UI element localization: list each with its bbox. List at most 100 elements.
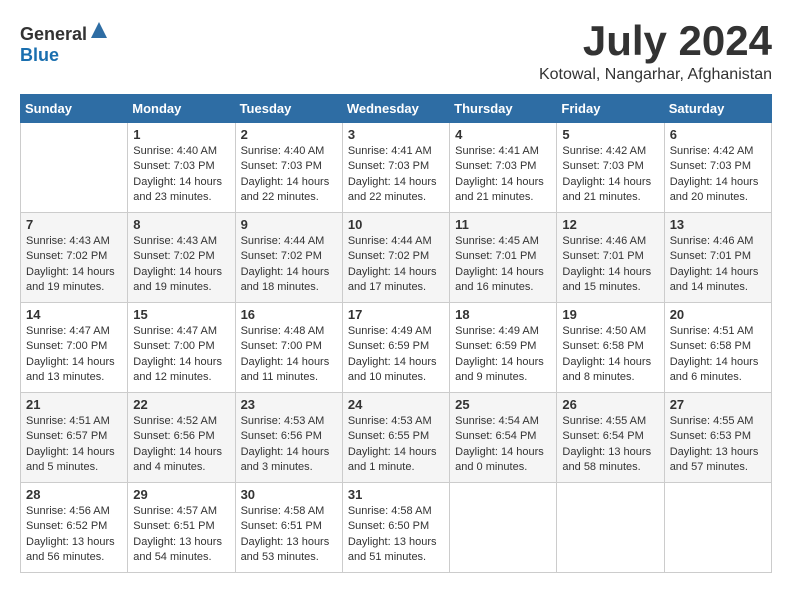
title-area: July 2024 Kotowal, Nangarhar, Afghanista… [539,20,772,84]
day-number: 17 [348,307,444,322]
day-info: Sunrise: 4:58 AM Sunset: 6:50 PM Dayligh… [348,504,444,566]
calendar-cell: 30 Sunrise: 4:58 AM Sunset: 6:51 PM Dayli… [235,483,342,573]
day-number: 11 [455,217,551,232]
day-number: 7 [26,217,122,232]
calendar-cell: 26 Sunrise: 4:55 AM Sunset: 6:54 PM Dayli… [557,393,664,483]
day-info: Sunrise: 4:49 AM Sunset: 6:59 PM Dayligh… [348,324,444,386]
day-number: 25 [455,397,551,412]
calendar-cell: 16 Sunrise: 4:48 AM Sunset: 7:00 PM Dayli… [235,303,342,393]
calendar-cell: 12Sunrise: 4:46 AM Sunset: 7:01 PM Dayli… [557,213,664,303]
day-number: 27 [670,397,766,412]
calendar-cell: 17 Sunrise: 4:49 AM Sunset: 6:59 PM Dayli… [342,303,449,393]
calendar-cell [557,483,664,573]
calendar-cell: 11 Sunrise: 4:45 AM Sunset: 7:01 PM Dayli… [450,213,557,303]
calendar-cell: 23Sunrise: 4:53 AM Sunset: 6:56 PM Dayli… [235,393,342,483]
day-info: Sunrise: 4:42 AM Sunset: 7:03 PM Dayligh… [670,144,766,206]
calendar-cell: 18Sunrise: 4:49 AM Sunset: 6:59 PM Dayli… [450,303,557,393]
calendar-cell [21,123,128,213]
day-info: Sunrise: 4:41 AM Sunset: 7:03 PM Dayligh… [455,144,551,206]
calendar-cell [664,483,771,573]
day-info: Sunrise: 4:58 AM Sunset: 6:51 PM Dayligh… [241,504,337,566]
calendar-cell: 7 Sunrise: 4:43 AM Sunset: 7:02 PM Daylig… [21,213,128,303]
day-info: Sunrise: 4:55 AM Sunset: 6:53 PM Dayligh… [670,414,766,476]
day-info: Sunrise: 4:44 AM Sunset: 7:02 PM Dayligh… [241,234,337,296]
calendar-cell: 6 Sunrise: 4:42 AM Sunset: 7:03 PM Daylig… [664,123,771,213]
day-info: Sunrise: 4:51 AM Sunset: 6:58 PM Dayligh… [670,324,766,386]
calendar-cell: 3 Sunrise: 4:41 AM Sunset: 7:03 PM Daylig… [342,123,449,213]
calendar-cell: 28Sunrise: 4:56 AM Sunset: 6:52 PM Dayli… [21,483,128,573]
calendar-cell: 1Sunrise: 4:40 AM Sunset: 7:03 PM Daylig… [128,123,235,213]
calendar-cell: 15 Sunrise: 4:47 AM Sunset: 7:00 PM Dayli… [128,303,235,393]
calendar-week-row: 21 Sunrise: 4:51 AM Sunset: 6:57 PM Dayli… [21,393,772,483]
calendar-cell: 19Sunrise: 4:50 AM Sunset: 6:58 PM Dayli… [557,303,664,393]
day-number: 21 [26,397,122,412]
day-number: 15 [133,307,229,322]
day-number: 31 [348,487,444,502]
calendar-cell: 4Sunrise: 4:41 AM Sunset: 7:03 PM Daylig… [450,123,557,213]
day-number: 19 [562,307,658,322]
day-number: 8 [133,217,229,232]
day-number: 2 [241,127,337,142]
calendar-cell: 24Sunrise: 4:53 AM Sunset: 6:55 PM Dayli… [342,393,449,483]
calendar-week-row: 14Sunrise: 4:47 AM Sunset: 7:00 PM Dayli… [21,303,772,393]
calendar-day-header: Friday [557,95,664,123]
calendar-cell: 25 Sunrise: 4:54 AM Sunset: 6:54 PM Dayli… [450,393,557,483]
day-info: Sunrise: 4:55 AM Sunset: 6:54 PM Dayligh… [562,414,658,476]
day-number: 10 [348,217,444,232]
calendar-cell [450,483,557,573]
day-info: Sunrise: 4:44 AM Sunset: 7:02 PM Dayligh… [348,234,444,296]
calendar-cell: 21 Sunrise: 4:51 AM Sunset: 6:57 PM Dayli… [21,393,128,483]
day-info: Sunrise: 4:57 AM Sunset: 6:51 PM Dayligh… [133,504,229,566]
calendar-week-row: 1Sunrise: 4:40 AM Sunset: 7:03 PM Daylig… [21,123,772,213]
logo-icon [89,20,109,40]
day-info: Sunrise: 4:40 AM Sunset: 7:03 PM Dayligh… [241,144,337,206]
calendar-cell: 13Sunrise: 4:46 AM Sunset: 7:01 PM Dayli… [664,213,771,303]
day-info: Sunrise: 4:48 AM Sunset: 7:00 PM Dayligh… [241,324,337,386]
day-info: Sunrise: 4:42 AM Sunset: 7:03 PM Dayligh… [562,144,658,206]
calendar-day-header: Thursday [450,95,557,123]
calendar-day-header: Saturday [664,95,771,123]
day-number: 26 [562,397,658,412]
page-header: General Blue July 2024 Kotowal, Nangarha… [20,20,772,84]
calendar-cell: 31 Sunrise: 4:58 AM Sunset: 6:50 PM Dayli… [342,483,449,573]
day-info: Sunrise: 4:46 AM Sunset: 7:01 PM Dayligh… [670,234,766,296]
day-info: Sunrise: 4:40 AM Sunset: 7:03 PM Dayligh… [133,144,229,206]
day-info: Sunrise: 4:54 AM Sunset: 6:54 PM Dayligh… [455,414,551,476]
day-info: Sunrise: 4:47 AM Sunset: 7:00 PM Dayligh… [133,324,229,386]
day-number: 29 [133,487,229,502]
logo: General Blue [20,20,109,66]
calendar-cell: 8Sunrise: 4:43 AM Sunset: 7:02 PM Daylig… [128,213,235,303]
day-number: 22 [133,397,229,412]
day-info: Sunrise: 4:43 AM Sunset: 7:02 PM Dayligh… [26,234,122,296]
day-info: Sunrise: 4:47 AM Sunset: 7:00 PM Dayligh… [26,324,122,386]
calendar-week-row: 7 Sunrise: 4:43 AM Sunset: 7:02 PM Daylig… [21,213,772,303]
day-number: 16 [241,307,337,322]
calendar-day-header: Sunday [21,95,128,123]
day-number: 3 [348,127,444,142]
day-info: Sunrise: 4:45 AM Sunset: 7:01 PM Dayligh… [455,234,551,296]
day-number: 28 [26,487,122,502]
calendar-cell: 29 Sunrise: 4:57 AM Sunset: 6:51 PM Dayli… [128,483,235,573]
calendar-day-header: Wednesday [342,95,449,123]
calendar-header-row: SundayMondayTuesdayWednesdayThursdayFrid… [21,95,772,123]
day-number: 30 [241,487,337,502]
logo-general: General [20,24,87,44]
day-info: Sunrise: 4:41 AM Sunset: 7:03 PM Dayligh… [348,144,444,206]
calendar-day-header: Monday [128,95,235,123]
day-number: 18 [455,307,551,322]
day-info: Sunrise: 4:51 AM Sunset: 6:57 PM Dayligh… [26,414,122,476]
calendar-cell: 5Sunrise: 4:42 AM Sunset: 7:03 PM Daylig… [557,123,664,213]
day-number: 9 [241,217,337,232]
calendar-cell: 10 Sunrise: 4:44 AM Sunset: 7:02 PM Dayli… [342,213,449,303]
logo-blue: Blue [20,45,59,65]
calendar-cell: 22Sunrise: 4:52 AM Sunset: 6:56 PM Dayli… [128,393,235,483]
day-number: 23 [241,397,337,412]
calendar-cell: 14Sunrise: 4:47 AM Sunset: 7:00 PM Dayli… [21,303,128,393]
day-number: 20 [670,307,766,322]
location: Kotowal, Nangarhar, Afghanistan [539,66,772,84]
calendar-cell: 20 Sunrise: 4:51 AM Sunset: 6:58 PM Dayli… [664,303,771,393]
calendar-table: SundayMondayTuesdayWednesdayThursdayFrid… [20,94,772,573]
calendar-week-row: 28Sunrise: 4:56 AM Sunset: 6:52 PM Dayli… [21,483,772,573]
day-number: 6 [670,127,766,142]
day-info: Sunrise: 4:46 AM Sunset: 7:01 PM Dayligh… [562,234,658,296]
